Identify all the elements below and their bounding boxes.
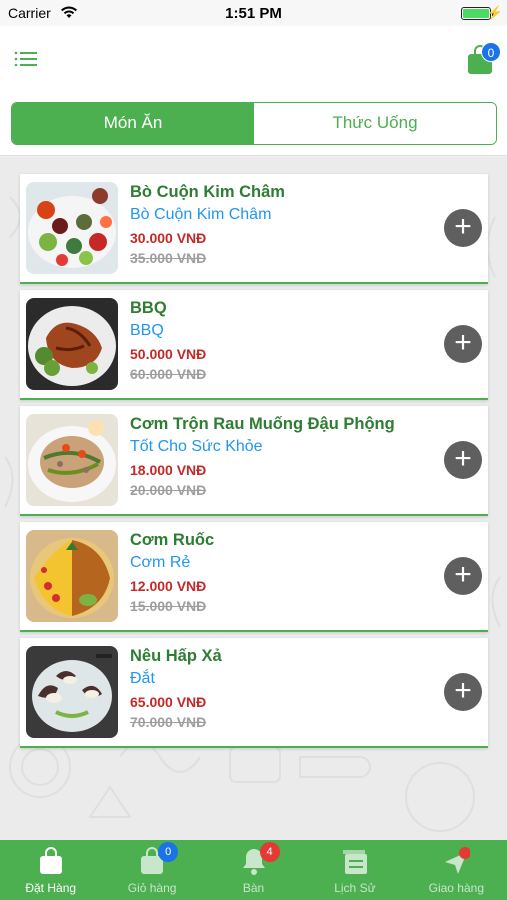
item-photo [26, 530, 118, 622]
category-segmented-control: Món Ăn Thức Uống [11, 102, 497, 145]
menu-item-card[interactable]: Bò Cuộn Kim Châm Bò Cuộn Kim Châm 30.000… [20, 174, 488, 284]
tab-history[interactable]: Lịch Sử [304, 840, 405, 900]
menu-list-icon[interactable] [14, 50, 38, 68]
menu-list[interactable]: Bò Cuộn Kim Châm Bò Cuộn Kim Châm 30.000… [0, 157, 507, 840]
clock-label: 1:51 PM [225, 5, 282, 22]
tab-cart[interactable]: 0 Giỏ hàng [101, 840, 202, 900]
delivery-icon [445, 847, 471, 874]
shopping-bag-icon [39, 847, 62, 874]
menu-item-card[interactable]: Cơm Ruốc Cơm Rẻ 12.000 VNĐ 15.000 VNĐ + [20, 522, 488, 632]
tab-food[interactable]: Món Ăn [12, 103, 254, 144]
item-photo [26, 182, 118, 274]
item-old-price: 60.000 VNĐ [130, 366, 207, 382]
tab-drinks[interactable]: Thức Uống [254, 103, 496, 144]
item-name: Bò Cuộn Kim Châm [130, 183, 285, 201]
cart-count-badge: 0 [481, 42, 501, 62]
bottom-tab-bar: Đặt Hàng 0 Giỏ hàng 4 Bàn Lịch Sử Giao h… [0, 840, 507, 900]
item-photo [26, 414, 118, 506]
add-to-cart-button[interactable]: + [444, 441, 482, 479]
item-price: 50.000 VNĐ [130, 346, 207, 362]
item-name: BBQ [130, 299, 167, 317]
tab-delivery[interactable]: Giao hàng [406, 840, 507, 900]
table-tab-badge: 4 [259, 842, 280, 862]
item-photo [26, 646, 118, 738]
menu-item-card[interactable]: Cơm Trộn Rau Muống Đậu Phộng Tốt Cho Sức… [20, 406, 488, 516]
item-name: Cơm Ruốc [130, 531, 215, 549]
menu-item-card[interactable]: BBQ BBQ 50.000 VNĐ 60.000 VNĐ + [20, 290, 488, 400]
item-description: BBQ [130, 322, 164, 339]
item-price: 18.000 VNĐ [130, 462, 207, 478]
add-to-cart-button[interactable]: + [444, 325, 482, 363]
add-to-cart-button[interactable]: + [444, 557, 482, 595]
menu-item-card[interactable]: Nêu Hấp Xả Đắt 65.000 VNĐ 70.000 VNĐ + [20, 638, 488, 748]
nav-bar: 0 [0, 26, 507, 94]
add-to-cart-button[interactable]: + [444, 673, 482, 711]
category-tabs-area: Món Ăn Thức Uống [0, 94, 507, 156]
item-price: 30.000 VNĐ [130, 230, 207, 246]
add-to-cart-button[interactable]: + [444, 209, 482, 247]
tab-label: Lịch Sử [334, 881, 376, 895]
item-old-price: 70.000 VNĐ [130, 714, 207, 730]
item-description: Cơm Rẻ [130, 554, 191, 571]
item-description: Bò Cuộn Kim Châm [130, 206, 272, 223]
tab-table[interactable]: 4 Bàn [203, 840, 304, 900]
item-description: Tốt Cho Sức Khỏe [130, 438, 263, 455]
item-old-price: 15.000 VNĐ [130, 598, 207, 614]
tab-label: Giỏ hàng [127, 881, 177, 895]
item-name: Cơm Trộn Rau Muống Đậu Phộng [130, 415, 395, 433]
tab-label: Bàn [242, 881, 265, 895]
tab-order[interactable]: Đặt Hàng [0, 840, 101, 900]
item-description: Đắt [130, 670, 155, 687]
status-bar: Carrier 1:51 PM ⚡ [0, 0, 507, 26]
cart-tab-badge: 0 [158, 842, 179, 862]
tab-label: Giao hàng [428, 881, 485, 895]
charging-icon: ⚡ [486, 5, 503, 20]
tab-label: Đặt Hàng [25, 881, 77, 895]
item-price: 65.000 VNĐ [130, 694, 207, 710]
item-old-price: 35.000 VNĐ [130, 250, 207, 266]
item-price: 12.000 VNĐ [130, 578, 207, 594]
item-name: Nêu Hấp Xả [130, 647, 222, 665]
item-old-price: 20.000 VNĐ [130, 482, 207, 498]
item-photo [26, 298, 118, 390]
history-icon [342, 850, 367, 874]
